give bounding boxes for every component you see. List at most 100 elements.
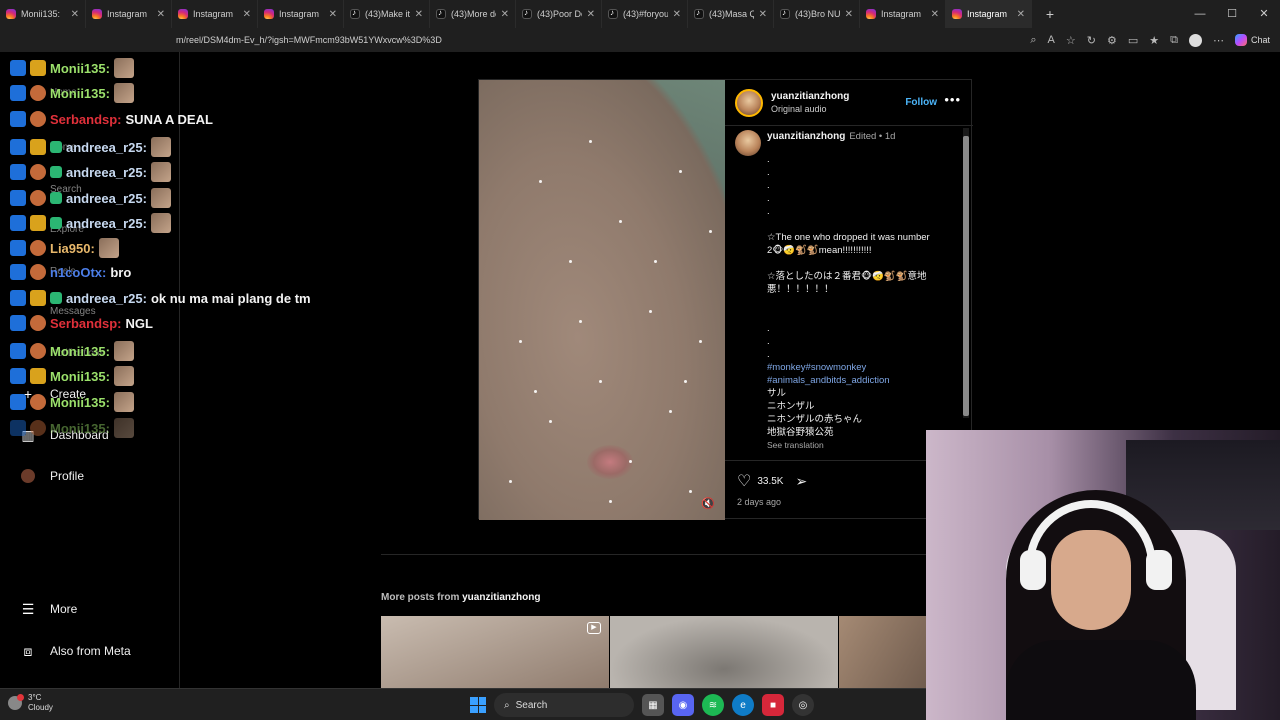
chat-username[interactable]: Monii135: [50, 395, 110, 410]
close-tab-icon[interactable]: ✕ [329, 9, 337, 20]
chat-username[interactable]: andreea_r25: [66, 291, 147, 306]
streamer-shirt [1006, 640, 1196, 720]
chat-username[interactable]: n1coOtx: [50, 265, 106, 280]
browser-tab[interactable]: Instagram ✕ [258, 0, 344, 28]
refresh-icon[interactable]: ↻ [1087, 34, 1096, 47]
sub-badge-icon [30, 290, 46, 306]
close-tab-icon[interactable]: ✕ [501, 9, 509, 20]
sidebar-item-more[interactable]: ☰ More [20, 601, 78, 617]
heart-icon[interactable]: ♡ [737, 471, 751, 491]
collections-icon[interactable]: ⧉ [1170, 34, 1178, 47]
instagram-icon [178, 9, 188, 19]
discord-icon[interactable]: ◉ [672, 694, 694, 716]
more-post-thumbnail[interactable] [839, 616, 927, 692]
caption-username[interactable]: yuanzitianzhong [767, 131, 845, 142]
browser-tab[interactable]: (43)More de ✕ [430, 0, 516, 28]
tab-title: Instagram [279, 9, 320, 19]
chat-username[interactable]: Serbandsp: [50, 112, 122, 127]
read-aloud-icon[interactable]: A [1048, 34, 1055, 46]
close-tab-icon[interactable]: ✕ [415, 9, 423, 20]
monkey-emote-icon [150, 213, 171, 233]
more-post-thumbnail[interactable]: ▶ [381, 616, 609, 692]
chat-username[interactable]: Monii135: [50, 421, 110, 436]
share-icon[interactable]: ➢ [795, 473, 807, 490]
more-options-icon[interactable]: ••• [944, 92, 961, 107]
author-avatar[interactable] [735, 88, 763, 117]
settings-menu-icon[interactable]: ⋯ [1213, 34, 1224, 47]
close-tab-icon[interactable]: ✕ [243, 9, 251, 20]
chat-username[interactable]: Monii135: [50, 86, 110, 101]
profile-avatar[interactable] [1188, 33, 1202, 47]
obs-icon[interactable]: ◎ [792, 694, 814, 716]
minimize-icon[interactable]: — [1184, 0, 1216, 28]
caption-line [767, 309, 963, 322]
snowflake [519, 340, 522, 343]
extensions-icon[interactable]: ⚙ [1107, 34, 1117, 47]
browser-tab[interactable]: Instagram ✕ [86, 0, 172, 28]
gift-badge-icon [50, 141, 62, 153]
close-window-icon[interactable]: ✕ [1248, 0, 1280, 28]
more-posts-title: More posts from yuanzitianzhong [381, 592, 541, 603]
scrollbar-thumb[interactable] [963, 136, 969, 416]
chat-username[interactable]: Monii135: [50, 369, 110, 384]
sidebar-item-profile[interactable]: Profile [20, 468, 84, 484]
copilot-chat-button[interactable]: Chat [1234, 34, 1270, 46]
author-username[interactable]: yuanzitianzhong [771, 91, 849, 102]
chat-username[interactable]: andreea_r25: [66, 140, 147, 155]
browser-tab[interactable]: Instagram ✕ [860, 0, 946, 28]
favorites-icon[interactable]: ★ [1149, 34, 1159, 47]
close-tab-icon[interactable]: ✕ [673, 9, 681, 20]
windows-start-icon[interactable] [470, 697, 486, 713]
headset-left-cup [1020, 550, 1046, 590]
tab-title: (43)#foryoup [623, 9, 668, 19]
url-field[interactable]: m/reel/DSM4dm-Ev_h/?igsh=MWFmcm93bW51YWx… [176, 35, 442, 45]
browser-tab[interactable]: Instagram ✕ [172, 0, 258, 28]
browser-tab[interactable]: Monii135: ✕ [0, 0, 86, 28]
file-explorer-icon[interactable]: ▦ [642, 694, 664, 716]
app-icon[interactable]: ■ [762, 694, 784, 716]
chat-username[interactable]: andreea_r25: [66, 191, 147, 206]
spotify-icon[interactable]: ≋ [702, 694, 724, 716]
browser-tab[interactable]: (43)Make it n ✕ [344, 0, 430, 28]
new-tab-button[interactable]: + [1038, 6, 1062, 22]
chat-username[interactable]: andreea_r25: [66, 216, 147, 231]
chat-username[interactable]: Monii135: [50, 344, 110, 359]
chat-username[interactable]: Lia950: [50, 241, 95, 256]
chat-username[interactable]: Monii135: [50, 61, 110, 76]
close-tab-icon[interactable]: ✕ [845, 9, 853, 20]
zoom-icon[interactable]: ⌕ [1030, 34, 1036, 47]
browser-tab[interactable]: (43)#foryoup ✕ [602, 0, 688, 28]
muted-icon[interactable]: 🔇 [701, 497, 715, 510]
chat-username[interactable]: andreea_r25: [66, 165, 147, 180]
chat-username[interactable]: Serbandsp: [50, 316, 122, 331]
close-tab-icon[interactable]: ✕ [931, 9, 939, 20]
more-post-thumbnail[interactable] [610, 616, 838, 692]
more-posts-username[interactable]: yuanzitianzhong [462, 592, 540, 603]
close-tab-icon[interactable]: ✕ [759, 9, 767, 20]
caption-scrollbar[interactable] [963, 128, 969, 418]
edge-icon[interactable]: e [732, 694, 754, 716]
browser-tab[interactable]: (43)Poor De ✕ [516, 0, 602, 28]
reel-video[interactable]: 🔇 [479, 80, 725, 520]
favorite-star-icon[interactable]: ☆ [1066, 34, 1076, 47]
author-info: yuanzitianzhong Original audio [771, 91, 849, 114]
browser-tab[interactable]: (43)Bro NU n ✕ [774, 0, 860, 28]
close-tab-icon[interactable]: ✕ [157, 9, 165, 20]
hashtag-link[interactable]: #monkey#snowmonkey [767, 361, 963, 374]
caption-avatar[interactable] [735, 130, 761, 156]
maximize-icon[interactable]: ☐ [1216, 0, 1248, 28]
original-audio-link[interactable]: Original audio [771, 104, 849, 114]
browser-tab[interactable]: (43)Masa Qu ✕ [688, 0, 774, 28]
split-screen-icon[interactable]: ▭ [1128, 34, 1138, 47]
taskbar-search[interactable]: ⌕ Search [494, 693, 634, 717]
close-tab-icon[interactable]: ✕ [1017, 9, 1025, 20]
weather-widget[interactable]: 3°C Cloudy [8, 693, 53, 713]
hashtag-link[interactable]: #animals_andbitds_addiction [767, 374, 963, 387]
follow-button[interactable]: Follow [905, 97, 937, 108]
chat-message: Monii135: [10, 418, 134, 438]
close-tab-icon[interactable]: ✕ [71, 9, 79, 20]
sidebar-item-also-from-meta[interactable]: ⧈ Also from Meta [20, 643, 131, 659]
close-tab-icon[interactable]: ✕ [587, 9, 595, 20]
chat-message: andreea_r25: [10, 188, 171, 208]
browser-tab[interactable]: Instagram ✕ [946, 0, 1032, 28]
